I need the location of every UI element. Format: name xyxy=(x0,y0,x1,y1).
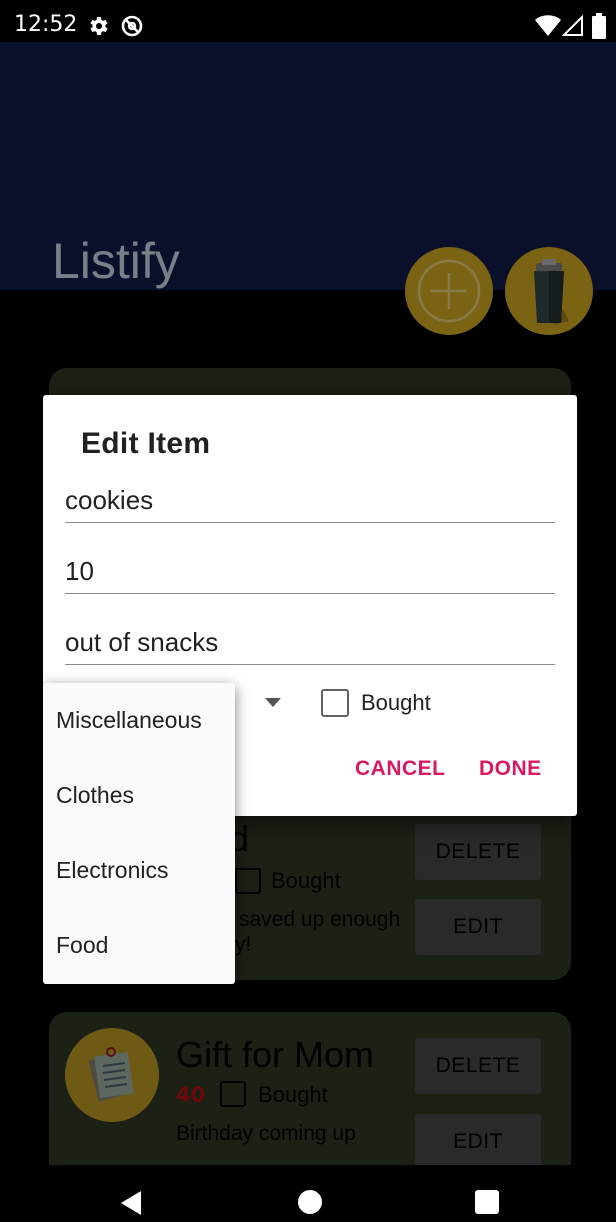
item-description: Birthday coming up xyxy=(176,1122,356,1145)
recents-icon[interactable] xyxy=(475,1190,499,1214)
signal-icon xyxy=(562,15,583,36)
bought-label: Bought xyxy=(271,868,341,893)
dropdown-option-label: Clothes xyxy=(56,782,134,808)
item-quantity-value: 10 xyxy=(65,556,94,586)
bought-checkbox[interactable] xyxy=(235,868,261,894)
item-name-value: cookies xyxy=(65,485,154,515)
battery-icon xyxy=(592,13,606,39)
back-icon[interactable] xyxy=(119,1190,143,1216)
dropdown-option-label: Food xyxy=(56,932,109,958)
item-quantity: 40 xyxy=(176,1083,206,1107)
dropdown-option-label: Miscellaneous xyxy=(56,707,202,733)
gear-icon xyxy=(90,17,108,35)
add-item-button[interactable] xyxy=(405,247,493,335)
home-icon[interactable] xyxy=(298,1190,322,1214)
bought-checkbox[interactable] xyxy=(321,689,349,717)
category-dropdown: Miscellaneous Clothes Electronics Food xyxy=(43,683,235,984)
dropdown-option-electronics[interactable]: Electronics xyxy=(43,833,235,908)
dropdown-option-food[interactable]: Food xyxy=(43,908,235,983)
dropdown-option-miscellaneous[interactable]: Miscellaneous xyxy=(43,683,235,758)
item-title: Gift for Mom xyxy=(176,1034,375,1075)
item-description-value: out of snacks xyxy=(65,627,219,657)
item-avatar xyxy=(65,1028,159,1122)
delete-button[interactable]: DELETE xyxy=(415,824,541,880)
item-quantity-field[interactable]: 10 xyxy=(65,544,555,594)
dnd-icon xyxy=(121,15,143,37)
item-description-field[interactable]: out of snacks xyxy=(65,615,555,665)
edit-button[interactable]: EDIT xyxy=(415,899,541,955)
dialog-title: Edit Item xyxy=(81,427,211,460)
chevron-down-icon[interactable] xyxy=(265,698,281,707)
dropdown-option-clothes[interactable]: Clothes xyxy=(43,758,235,833)
clear-list-button[interactable] xyxy=(505,247,593,335)
status-time: 12:52 xyxy=(14,12,78,37)
app-title: Listify xyxy=(52,233,180,289)
bought-label: Bought xyxy=(361,690,431,715)
wifi-icon xyxy=(535,15,561,36)
done-button[interactable]: DONE xyxy=(479,757,542,781)
list-item-card: Gift for Mom 40 Bought Birthday coming u… xyxy=(49,1012,571,1172)
cancel-button[interactable]: CANCEL xyxy=(355,757,446,781)
dropdown-option-label: Electronics xyxy=(56,857,169,883)
trash-icon xyxy=(534,259,569,325)
edit-button[interactable]: EDIT xyxy=(415,1114,541,1170)
delete-button[interactable]: DELETE xyxy=(415,1038,541,1094)
notepad-icon xyxy=(88,1047,134,1102)
plus-circle-icon xyxy=(417,259,481,323)
item-description-line-2: y! xyxy=(235,933,252,956)
bought-checkbox[interactable] xyxy=(220,1081,246,1107)
bought-label: Bought xyxy=(258,1082,328,1107)
item-name-field[interactable]: cookies xyxy=(65,473,555,523)
item-description-line-1: saved up enough xyxy=(239,908,401,931)
